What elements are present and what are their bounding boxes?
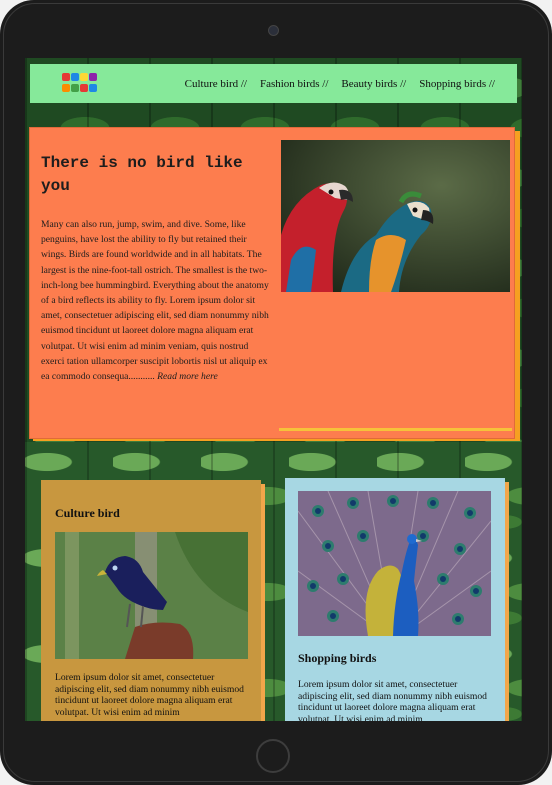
culture-card-text: Lorem ipsum dolor sit amet, consectetuer… [55, 672, 244, 718]
shopping-card-title: Shopping birds [298, 651, 377, 665]
hero-card: There is no bird like you Many can also … [29, 127, 515, 439]
nav-fashion-birds[interactable]: Fashion birds // [260, 78, 328, 90]
bowerbird-image [55, 532, 248, 659]
parrots-image [281, 140, 510, 292]
home-button[interactable] [256, 739, 290, 773]
hero-accent-bar [279, 428, 512, 431]
nav-beauty-birds[interactable]: Beauty birds // [341, 78, 406, 90]
nav-links: Culture bird // Fashion birds // Beauty … [185, 64, 495, 103]
peacock-image [298, 491, 491, 636]
camera-icon [268, 25, 279, 36]
nav-shopping-birds[interactable]: Shopping birds // [419, 78, 495, 90]
culture-card-title: Culture bird [55, 506, 120, 520]
nav-culture-bird[interactable]: Culture bird // [185, 78, 247, 90]
read-more-link[interactable]: Read more here [157, 371, 218, 382]
shopping-card-text: Lorem ipsum dolor sit amet, consectetuer… [298, 679, 487, 721]
navbar: Culture bird // Fashion birds // Beauty … [30, 64, 517, 103]
culture-bird-card[interactable]: Culture bird Lorem ipsum dolor sit amet,… [41, 480, 261, 721]
hero-body: Many can also run, jump, swim, and dive.… [41, 217, 273, 384]
hero-body-text: Many can also run, jump, swim, and dive.… [41, 219, 269, 383]
tablet-frame: Culture bird // Fashion birds // Beauty … [0, 0, 552, 785]
logo[interactable] [62, 73, 98, 95]
shopping-birds-card[interactable]: Shopping birds Lorem ipsum dolor sit ame… [285, 478, 505, 721]
screen: Culture bird // Fashion birds // Beauty … [25, 58, 522, 721]
hero-title: There is no bird like you [41, 154, 243, 195]
